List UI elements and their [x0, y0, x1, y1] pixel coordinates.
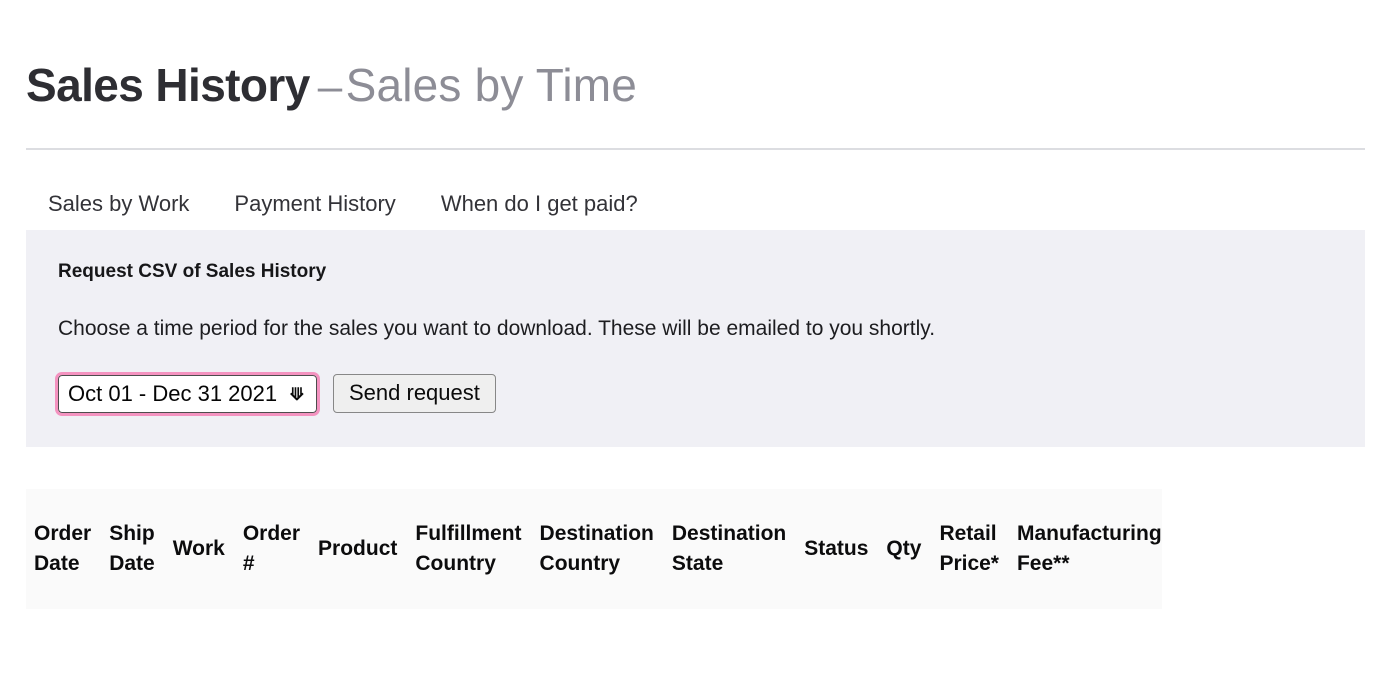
column-header-work: Work [154, 489, 225, 609]
request-csv-heading: Request CSV of Sales History [58, 261, 327, 282]
column-label: Destination State [671, 522, 787, 575]
column-label: Work [172, 537, 225, 560]
column-label: Destination Country [539, 522, 654, 575]
tab-payment-history[interactable]: Payment History [234, 191, 395, 217]
page-title-separator: – [317, 62, 342, 111]
sales-table-header-row: Order Date Ship Date Work Order # Produc… [26, 489, 1162, 609]
column-header-qty: Qty [868, 489, 922, 609]
column-header-destination-country: Destination Country [521, 489, 654, 609]
column-label: Order # [242, 522, 301, 575]
request-csv-controls: Oct 01 - Dec 31 2021 ⟱ Send request [55, 371, 1333, 416]
column-header-status: Status [786, 489, 869, 609]
column-label: Fulfillment Country [415, 522, 522, 575]
column-header-order-date: Order Date [26, 489, 92, 609]
column-header-fulfillment-country: Fulfillment Country [397, 489, 522, 609]
sales-table: Order Date Ship Date Work Order # Produc… [26, 489, 1162, 609]
column-header-destination-state: Destination State [653, 489, 787, 609]
page-title-main: Sales History [26, 59, 310, 111]
sales-table-head: Order Date Ship Date Work Order # Produc… [26, 489, 1162, 609]
column-header-manufacturing-fee: Manufacturing Fee** [998, 489, 1162, 609]
page-title-subtitle: Sales by Time [345, 59, 638, 111]
column-label: Product [318, 537, 398, 560]
page-header: Sales History –Sales by Time [0, 0, 1391, 116]
column-header-order-number: Order # [224, 489, 301, 609]
send-request-button[interactable]: Send request [333, 374, 496, 413]
request-csv-description: Choose a time period for the sales you w… [58, 317, 936, 340]
column-label: Retail Price* [939, 522, 999, 575]
sales-history-page: Sales History –Sales by Time Sales by Wor… [0, 0, 1391, 694]
column-header-ship-date: Ship Date [91, 489, 155, 609]
page-title: Sales History –Sales by Time [26, 56, 1365, 116]
column-header-product: Product [300, 489, 398, 609]
sales-table-scroll-area[interactable]: Order Date Ship Date Work Order # Produc… [26, 489, 1391, 609]
column-label: Manufacturing Fee** [1016, 522, 1162, 575]
time-period-select[interactable]: Oct 01 - Dec 31 2021 [55, 371, 320, 416]
request-csv-panel: Request CSV of Sales History Choose a ti… [26, 230, 1365, 447]
tab-sales-by-work[interactable]: Sales by Work [48, 191, 189, 217]
column-label: Qty [886, 537, 922, 560]
tab-bar: Sales by Work Payment History When do I … [0, 150, 1391, 216]
column-header-retail-price: Retail Price* [921, 489, 999, 609]
column-label: Order Date [34, 522, 92, 575]
time-period-select-wrapper: Oct 01 - Dec 31 2021 ⟱ [55, 371, 320, 416]
tab-when-do-i-get-paid[interactable]: When do I get paid? [441, 191, 638, 217]
column-label: Ship Date [109, 522, 155, 575]
column-label: Status [804, 537, 869, 560]
